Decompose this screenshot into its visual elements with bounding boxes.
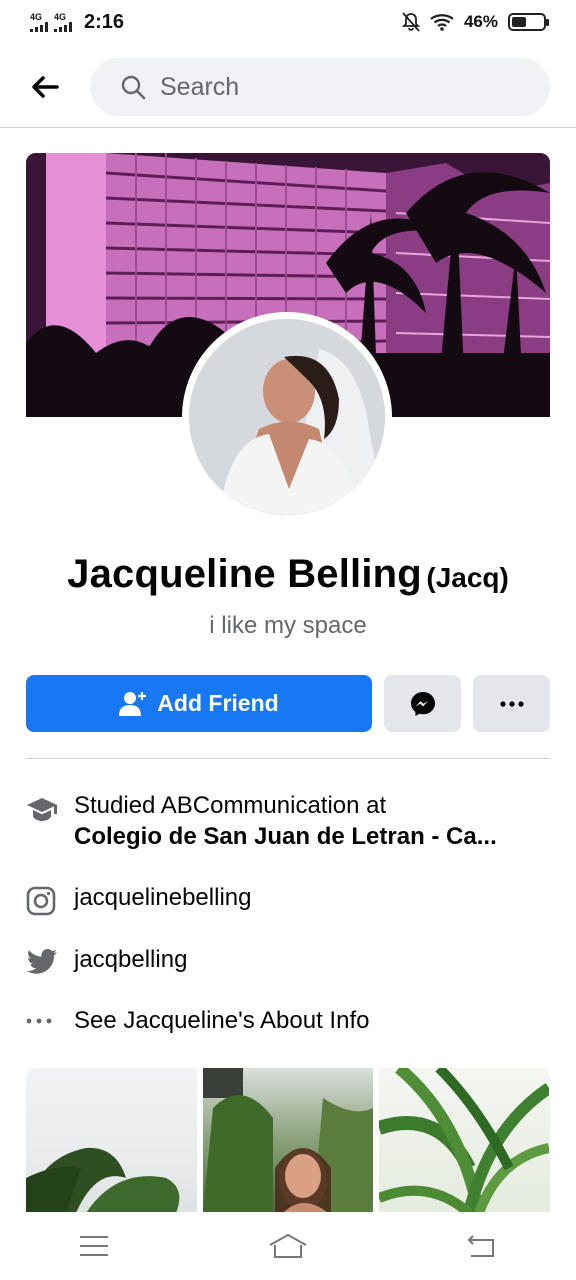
system-nav-bar <box>0 1212 576 1280</box>
top-nav: Search <box>0 56 576 118</box>
instagram-icon <box>26 886 56 916</box>
divider <box>0 127 576 128</box>
graduation-cap-icon <box>27 798 57 821</box>
profile-bio: i like my space <box>209 612 367 639</box>
battery-icon <box>508 13 549 31</box>
back-nav-icon[interactable] <box>467 1234 497 1258</box>
profile-actions: Add Friend <box>26 675 550 732</box>
add-friend-button[interactable]: Add Friend <box>26 675 372 732</box>
add-friend-label: Add Friend <box>157 690 279 716</box>
photo-image <box>379 1068 550 1213</box>
clock: 2:16 <box>84 10 125 33</box>
education-school[interactable]: Colegio de San Juan de Letran - Ca... <box>74 821 497 852</box>
photos-grid <box>26 1068 550 1213</box>
search-icon <box>121 75 146 100</box>
photo-thumbnail[interactable] <box>379 1068 550 1213</box>
profile-name-row: Jacqueline Belling (Jacq) <box>0 552 576 597</box>
divider <box>26 758 550 759</box>
search-placeholder: Search <box>160 72 240 101</box>
photo-thumbnail[interactable] <box>202 1068 374 1213</box>
about-info-label: See Jacqueline's About Info <box>74 1007 370 1034</box>
mute-bell-icon <box>401 12 420 32</box>
photo-image <box>26 1147 180 1213</box>
more-options-button[interactable] <box>473 675 550 732</box>
profile-nickname: (Jacq) <box>426 562 509 593</box>
home-icon[interactable] <box>268 1233 308 1259</box>
education-line-1: Studied ABCommunication at <box>74 792 387 819</box>
instagram-handle: jacquelinebelling <box>74 884 252 911</box>
messenger-icon <box>410 691 435 716</box>
signal-icon: 4G <box>30 12 48 32</box>
twitter-info[interactable]: jacqbelling <box>26 944 550 976</box>
signal-icon-2: 4G <box>54 12 72 32</box>
instagram-info[interactable]: jacquelinebelling <box>26 882 550 916</box>
menu-icon[interactable] <box>79 1235 109 1257</box>
avatar-image <box>189 319 385 515</box>
profile-picture[interactable] <box>182 312 392 522</box>
message-button[interactable] <box>384 675 461 732</box>
back-button[interactable] <box>0 56 90 118</box>
photo-image <box>202 1068 373 1213</box>
about-info-link[interactable]: See Jacqueline's About Info <box>26 1005 550 1036</box>
avatar <box>189 319 385 515</box>
add-friend-icon <box>119 691 147 716</box>
search-input[interactable]: Search <box>90 58 550 116</box>
battery-percent: 46% <box>463 12 498 31</box>
profile-name: Jacqueline Belling <box>67 552 422 596</box>
back-arrow-icon <box>32 76 59 98</box>
more-dots-icon <box>26 1018 52 1024</box>
more-dots-icon <box>499 700 524 707</box>
status-bar: 4G 4G 2:16 46% <box>0 0 576 44</box>
photo-thumbnail[interactable] <box>26 1068 197 1213</box>
education-info: Studied ABCommunication at Colegio de Sa… <box>26 790 550 852</box>
wifi-icon <box>430 14 454 31</box>
twitter-icon <box>26 949 57 974</box>
twitter-handle: jacqbelling <box>74 946 188 973</box>
